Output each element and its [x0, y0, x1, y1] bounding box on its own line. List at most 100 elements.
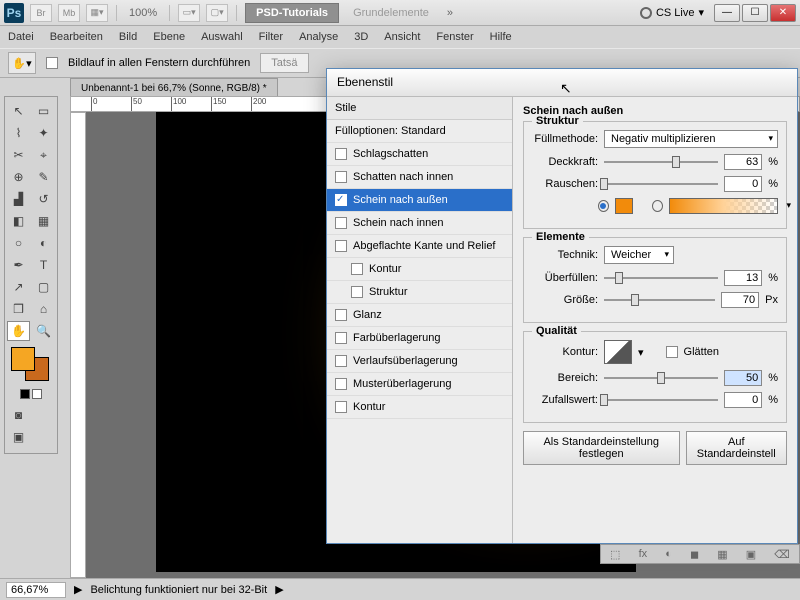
menu-ebene[interactable]: Ebene: [153, 31, 185, 43]
range-slider[interactable]: [604, 370, 718, 386]
menu-bearbeiten[interactable]: Bearbeiten: [50, 31, 103, 43]
noise-input[interactable]: 0: [724, 176, 762, 192]
style-checkbox[interactable]: [335, 148, 347, 160]
menu-datei[interactable]: Datei: [8, 31, 34, 43]
bridge-button[interactable]: Br: [30, 4, 52, 22]
gradient-radio[interactable]: [652, 200, 663, 212]
marquee-tool[interactable]: ▭: [32, 101, 55, 121]
style-checkbox[interactable]: [335, 217, 347, 229]
noise-slider[interactable]: [604, 176, 718, 192]
group-icon[interactable]: ▦: [717, 548, 727, 561]
blur-tool[interactable]: ○: [7, 233, 30, 253]
menu-bild[interactable]: Bild: [119, 31, 137, 43]
move-tool[interactable]: ↖: [7, 101, 30, 121]
style-checkbox[interactable]: [335, 171, 347, 183]
new-layer-icon[interactable]: ▣: [746, 548, 756, 561]
quickmask-button[interactable]: ◙: [7, 405, 30, 425]
gradient-tool[interactable]: ▦: [32, 211, 55, 231]
style-checkbox[interactable]: [335, 401, 347, 413]
style-checkbox[interactable]: [351, 286, 363, 298]
delete-layer-icon[interactable]: ⌫: [774, 548, 790, 561]
zoom-level[interactable]: 100%: [125, 7, 161, 19]
menu-analyse[interactable]: Analyse: [299, 31, 338, 43]
style-item-7[interactable]: Glanz: [327, 304, 512, 327]
style-item-5[interactable]: Kontur: [327, 258, 512, 281]
opacity-input[interactable]: 63: [724, 154, 762, 170]
spread-input[interactable]: 13: [724, 270, 762, 286]
workspace-psd-tutorials[interactable]: PSD-Tutorials: [245, 3, 339, 23]
3d-tool[interactable]: ❒: [7, 299, 30, 319]
foreground-color[interactable]: [11, 347, 35, 371]
camera-tool[interactable]: ⌂: [32, 299, 55, 319]
style-checkbox[interactable]: [351, 263, 363, 275]
style-checkbox[interactable]: [335, 378, 347, 390]
glow-gradient[interactable]: [669, 198, 778, 214]
zoom-tool[interactable]: 🔍: [32, 321, 55, 341]
scroll-all-checkbox[interactable]: [46, 57, 58, 69]
cslive-button[interactable]: CS Live: [656, 7, 695, 19]
style-item-10[interactable]: Musterüberlagerung: [327, 373, 512, 396]
styles-header[interactable]: Stile: [327, 97, 512, 120]
eraser-tool[interactable]: ◧: [7, 211, 30, 231]
style-checkbox[interactable]: [335, 240, 347, 252]
technique-select[interactable]: Weicher: [604, 246, 674, 264]
hand-tool[interactable]: ✋: [7, 321, 30, 341]
range-input[interactable]: 50: [724, 370, 762, 386]
document-tab[interactable]: Unbenannt-1 bei 66,7% (Sonne, RGB/8) *: [70, 78, 278, 98]
eyedropper-tool[interactable]: ⌖: [32, 145, 55, 165]
size-input[interactable]: 70: [721, 292, 759, 308]
view-extras-button[interactable]: ▦▾: [86, 4, 108, 22]
menu-3d[interactable]: 3D: [354, 31, 368, 43]
style-checkbox[interactable]: [335, 332, 347, 344]
size-slider[interactable]: [604, 292, 715, 308]
glow-color[interactable]: [615, 198, 633, 214]
swap-colors-icon[interactable]: [32, 389, 42, 399]
crop-tool[interactable]: ✂: [7, 145, 30, 165]
stamp-tool[interactable]: ▟: [7, 189, 30, 209]
brush-tool[interactable]: ✎: [32, 167, 55, 187]
maximize-button[interactable]: ☐: [742, 4, 768, 22]
reset-default-button[interactable]: Auf Standardeinstell: [686, 431, 788, 465]
wand-tool[interactable]: ✦: [32, 123, 55, 143]
make-default-button[interactable]: Als Standardeinstellung festlegen: [523, 431, 680, 465]
screenmode-button[interactable]: ▢▾: [206, 4, 228, 22]
menu-fenster[interactable]: Fenster: [436, 31, 473, 43]
menu-filter[interactable]: Filter: [259, 31, 283, 43]
style-item-6[interactable]: Struktur: [327, 281, 512, 304]
fit-button[interactable]: Tatsä: [260, 53, 308, 73]
workspace-grundelemente[interactable]: Grundelemente: [345, 4, 437, 22]
type-tool[interactable]: T: [32, 255, 55, 275]
menu-ansicht[interactable]: Ansicht: [384, 31, 420, 43]
opacity-slider[interactable]: [604, 154, 718, 170]
jitter-input[interactable]: 0: [724, 392, 762, 408]
spread-slider[interactable]: [604, 270, 718, 286]
style-checkbox[interactable]: [335, 194, 347, 206]
style-item-11[interactable]: Kontur: [327, 396, 512, 419]
layer-style-icon[interactable]: fx: [639, 548, 648, 560]
style-item-4[interactable]: Abgeflachte Kante und Relief: [327, 235, 512, 258]
layer-mask-icon[interactable]: ◐: [665, 548, 672, 560]
shape-tool[interactable]: ▢: [32, 277, 55, 297]
style-item-8[interactable]: Farbüberlagerung: [327, 327, 512, 350]
antialias-checkbox[interactable]: [666, 346, 678, 358]
workspace-more[interactable]: »: [443, 7, 457, 19]
link-layers-icon[interactable]: ⬚: [610, 548, 620, 561]
dodge-tool[interactable]: ◐: [32, 233, 55, 253]
zoom-input[interactable]: 66,67%: [6, 582, 66, 598]
menu-auswahl[interactable]: Auswahl: [201, 31, 243, 43]
style-item-0[interactable]: Schlagschatten: [327, 143, 512, 166]
style-checkbox[interactable]: [335, 355, 347, 367]
close-button[interactable]: ✕: [770, 4, 796, 22]
ruler-vertical[interactable]: [70, 112, 86, 578]
jitter-slider[interactable]: [604, 392, 718, 408]
color-swatches[interactable]: [11, 347, 51, 383]
pen-tool[interactable]: ✒: [7, 255, 30, 275]
style-checkbox[interactable]: [335, 309, 347, 321]
fillmethod-select[interactable]: Negativ multiplizieren: [604, 130, 778, 148]
style-item-2[interactable]: Schein nach außen: [327, 189, 512, 212]
history-brush-tool[interactable]: ↺: [32, 189, 55, 209]
screenmode-button[interactable]: ▣: [7, 427, 30, 447]
adjustment-layer-icon[interactable]: ◼: [690, 548, 699, 561]
style-item-3[interactable]: Schein nach innen: [327, 212, 512, 235]
style-item-1[interactable]: Schatten nach innen: [327, 166, 512, 189]
